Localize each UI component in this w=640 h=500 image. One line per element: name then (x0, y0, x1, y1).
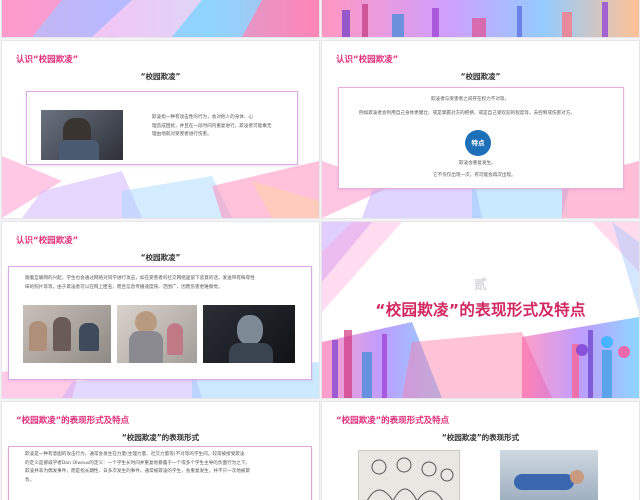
slide-thumbnail-7[interactable]: “校园欺凌”的表现形式及特点 “校园欺凌”的表现形式 欺凌是一种有意图的攻击行为… (2, 402, 319, 500)
para-line: 负。 (25, 477, 35, 483)
slide-thumbnail-5[interactable]: 认识“校园欺凌” “校园欺凌” 随着互联网的兴起，学生也会通过网络对同学进行攻击… (2, 222, 319, 398)
content-card: 欺凌指一种有攻击性的行为，会对他人的身体、心 理造成困扰，并且在一段时间内重复进… (26, 91, 298, 165)
section-cover-title: “校园欺凌”的表现形式及特点 (375, 301, 586, 319)
para-line: 欺凌是一种有意图的攻击行为，通常会发生在力量(生理力量、社交力量等)不对等的学生… (25, 452, 245, 457)
slide-thumbnail-8[interactable]: “校园欺凌”的表现形式及特点 “校园欺凌”的表现形式 (322, 402, 639, 500)
city-skyline-graphic (322, 0, 639, 37)
bullying-photo (41, 110, 123, 160)
cyber-paragraph: 随着互联网的兴起，学生也会通过网络对同学进行攻击，如在受害者的社交网络里留下恶意… (25, 275, 305, 292)
lying-student-photo (500, 450, 598, 500)
intro-paragraph: 欺凌指一种有攻击性的行为，会对他人的身体、心 理造成困扰，并且在一段时间内重复进… (152, 114, 292, 140)
para-line: 欺凌并非为偶发事件，而是指长期性、日多次发生的事件。通常被欺凌的学生，会重复发生… (25, 469, 251, 474)
slide-thumbnail-4[interactable]: 认识“校园欺凌” “校园欺凌” 欺凌者与受害者之间存在权力不对等。 例如欺凌者会… (322, 41, 639, 218)
feature-line-2: 例如欺凌者会利用自己身体更健壮、或是掌握对方的把柄、或是自己受欢迎的程度等，去控… (359, 111, 575, 116)
para-line: 味的照片等等。由于欺凌者可以在网上匿名，而且信息传播速度快、范围广，因而伤害更难… (25, 284, 223, 290)
forms-paragraph: 欺凌是一种有意图的攻击行为，通常会发生在力量(生理力量、社交力量等)不对等的学生… (25, 451, 307, 485)
feature-line-3: 欺凌会重复发生。 (459, 161, 496, 166)
section-number: 贰 (473, 278, 487, 293)
girl-phone-photo (117, 305, 197, 363)
para-line: 的定义是挪威学者Dan Olweus的定义：一个学生长时间并重复地暴露于一个或多… (25, 460, 251, 466)
section-title: “校园欺凌”的表现形式及特点 (16, 416, 130, 426)
slide-subtitle: “校园欺凌”的表现形式 (441, 433, 520, 442)
para-line: 理造成困扰，并且在一段时间内重复进行。欺凌者可能乘无 (152, 123, 272, 129)
content-card: 随着互联网的兴起，学生也会通过网络对同学进行攻击，如在受害者的社交网络里留下恶意… (8, 266, 312, 380)
polygon-banner-graphic (2, 0, 319, 37)
boy-screen-photo (203, 305, 295, 363)
para-line: 随着互联网的兴起，学生也会通过网络对同学进行攻击，如在受害者的社交网络里留下恶意… (25, 276, 255, 281)
content-card: 欺凌者与受害者之间存在权力不对等。 例如欺凌者会利用自己身体更健壮、或是掌握对方… (338, 87, 624, 189)
feature-badge: 特点 (465, 130, 491, 156)
feature-line-4: 它不仅仅出现一次，有可能会再次出现。 (433, 173, 516, 178)
para-line: 欺凌指一种有攻击性的行为，会对他人的身体、心 (152, 115, 254, 120)
slide-thumbnail-6[interactable]: 贰 “校园欺凌”的表现形式及特点 (322, 222, 639, 398)
phone-students-photo (23, 305, 111, 363)
feature-line-1: 欺凌者与受害者之间存在权力不对等。 (431, 97, 510, 102)
para-line: 理由地就对受害者进行伤害。 (152, 132, 212, 137)
slide-subtitle: “校园欺凌”的表现形式 (121, 433, 200, 442)
content-card: 欺凌是一种有意图的攻击行为，通常会发生在力量(生理力量、社交力量等)不对等的学生… (8, 446, 312, 500)
slide-thumbnail-3[interactable]: 认识“校园欺凌” “校园欺凌” 欺凌指一种有攻击性的行为，会对他人的身体、心 理… (2, 41, 319, 218)
slide-thumbnail-1[interactable] (2, 0, 319, 37)
slide-thumbnail-2[interactable] (322, 0, 639, 37)
section-title: “校园欺凌”的表现形式及特点 (336, 416, 450, 426)
crowd-sketch-photo (358, 450, 460, 500)
